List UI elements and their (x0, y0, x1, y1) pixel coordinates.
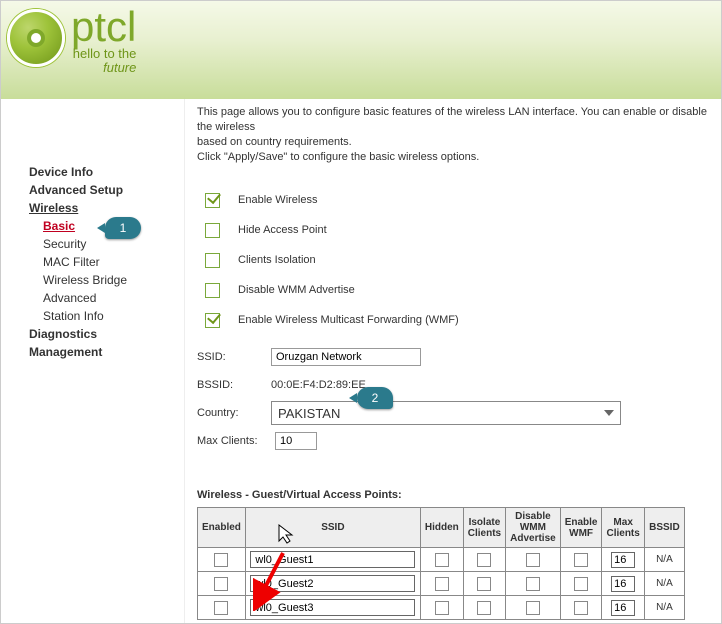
brand-tagline-1: hello to the (73, 46, 137, 61)
country-value: PAKISTAN (278, 406, 340, 421)
th-enabled: Enabled (198, 508, 246, 548)
th-enable-wmf: Enable WMF (560, 508, 602, 548)
label-clients-isolation: Clients Isolation (238, 254, 316, 266)
country-label: Country: (197, 407, 257, 419)
th-bssid: BSSID (644, 508, 684, 548)
country-select[interactable]: PAKISTAN (271, 401, 621, 425)
bssid-label: BSSID: (197, 379, 257, 391)
label-hide-ap: Hide Access Point (238, 224, 327, 236)
guest-disablewmm-checkbox[interactable] (526, 577, 540, 591)
th-ssid: SSID (245, 508, 420, 548)
nav-wireless-bridge[interactable]: Wireless Bridge (29, 271, 184, 289)
checkbox-clients-isolation[interactable] (205, 253, 220, 268)
nav-wireless-security[interactable]: Security (29, 235, 184, 253)
bssid-value: 00:0E:F4:D2:89:EE (271, 379, 366, 391)
brand-name: ptcl (71, 9, 136, 45)
label-enable-wireless: Enable Wireless (238, 194, 317, 206)
guest-enablewmf-checkbox[interactable] (574, 601, 588, 615)
th-disable-wmm: Disable WMM Advertise (506, 508, 561, 548)
guest-enabled-checkbox[interactable] (214, 601, 228, 615)
guest-enabled-checkbox[interactable] (214, 577, 228, 591)
intro-line2: based on country requirements. (197, 136, 352, 148)
guest-row: N/A (198, 572, 685, 596)
nav-wireless-basic[interactable]: Basic (29, 217, 184, 235)
sidebar-nav: Device Info Advanced Setup Wireless Basi… (1, 99, 185, 623)
guest-hidden-checkbox[interactable] (435, 553, 449, 567)
guest-isolate-checkbox[interactable] (477, 601, 491, 615)
guest-ssid-input[interactable] (250, 575, 415, 592)
th-hidden: Hidden (420, 508, 463, 548)
th-isolate: Isolate Clients (463, 508, 505, 548)
intro-line1: This page allows you to configure basic … (197, 106, 707, 133)
guest-bssid: N/A (644, 596, 684, 620)
guest-bssid: N/A (644, 548, 684, 572)
label-disable-wmm: Disable WMM Advertise (238, 284, 355, 296)
maxclients-input[interactable] (275, 432, 317, 450)
guest-bssid: N/A (644, 572, 684, 596)
guest-hidden-checkbox[interactable] (435, 577, 449, 591)
brand-logo (7, 9, 65, 67)
guest-row: N/A (198, 548, 685, 572)
nav-wireless-advanced[interactable]: Advanced (29, 289, 184, 307)
guest-enablewmf-checkbox[interactable] (574, 577, 588, 591)
ssid-label: SSID: (197, 351, 257, 363)
nav-wireless-stationinfo[interactable]: Station Info (29, 307, 184, 325)
nav-wireless[interactable]: Wireless (29, 199, 184, 217)
checkbox-hide-ap[interactable] (205, 223, 220, 238)
guest-max-input[interactable] (611, 600, 635, 616)
nav-wireless-macfilter[interactable]: MAC Filter (29, 253, 184, 271)
guest-ssid-input[interactable] (250, 599, 415, 616)
guest-ssid-input[interactable] (250, 551, 415, 568)
nav-management[interactable]: Management (29, 343, 184, 361)
guest-disablewmm-checkbox[interactable] (526, 553, 540, 567)
intro-text: This page allows you to configure basic … (197, 105, 715, 165)
guest-enablewmf-checkbox[interactable] (574, 553, 588, 567)
guest-enabled-checkbox[interactable] (214, 553, 228, 567)
ssid-input[interactable] (271, 348, 421, 366)
guest-section-title: Wireless - Guest/Virtual Access Points: (197, 489, 715, 501)
checkbox-disable-wmm[interactable] (205, 283, 220, 298)
brand-tagline-2: future (103, 60, 136, 75)
guest-max-input[interactable] (611, 576, 635, 592)
guest-max-input[interactable] (611, 552, 635, 568)
guest-table: Enabled SSID Hidden Isolate Clients Disa… (197, 507, 685, 620)
checkbox-enable-wireless[interactable] (205, 193, 220, 208)
guest-isolate-checkbox[interactable] (477, 577, 491, 591)
th-max: Max Clients (602, 508, 644, 548)
maxclients-label: Max Clients: (197, 435, 261, 447)
guest-row: N/A (198, 596, 685, 620)
main-panel: This page allows you to configure basic … (185, 99, 721, 623)
checkbox-enable-wmf[interactable] (205, 313, 220, 328)
guest-isolate-checkbox[interactable] (477, 553, 491, 567)
guest-disablewmm-checkbox[interactable] (526, 601, 540, 615)
nav-device-info[interactable]: Device Info (29, 163, 184, 181)
intro-line3: Click "Apply/Save" to configure the basi… (197, 151, 479, 163)
label-enable-wmf: Enable Wireless Multicast Forwarding (WM… (238, 314, 459, 326)
guest-hidden-checkbox[interactable] (435, 601, 449, 615)
app-header: ptcl hello to the future (1, 1, 721, 99)
nav-diagnostics[interactable]: Diagnostics (29, 325, 184, 343)
nav-advanced-setup[interactable]: Advanced Setup (29, 181, 184, 199)
